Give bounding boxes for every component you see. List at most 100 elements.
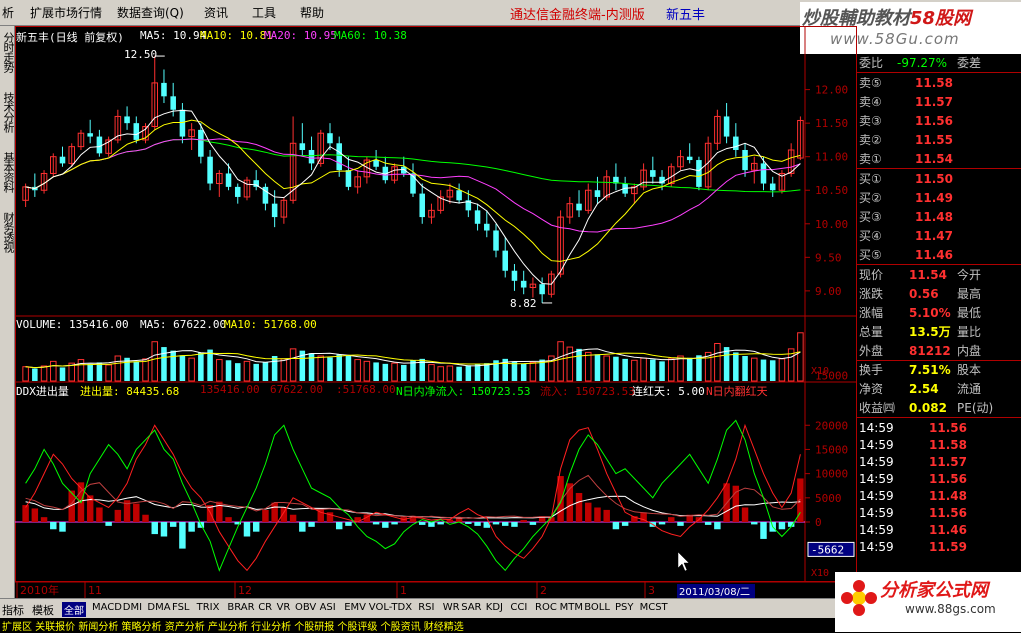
ddx-bar — [751, 522, 758, 525]
indicator-tab-wr[interactable]: WR — [443, 602, 460, 613]
indicator-tab-macd[interactable]: MACD — [92, 602, 122, 613]
volume-bar — [603, 355, 610, 382]
indicator-tab-obv[interactable]: OBV — [295, 602, 316, 613]
volume-bar — [529, 361, 537, 382]
menu-item-tools[interactable]: 工具 — [252, 4, 276, 21]
indicator-tab-psy[interactable]: PSY — [615, 602, 634, 613]
buy-price: 11.50 — [915, 172, 953, 186]
price-tick-label: 12.00 — [815, 84, 848, 97]
chart-axes — [15, 26, 857, 598]
indicator-tab-mcst[interactable]: MCST — [640, 602, 668, 613]
volume-bar — [327, 357, 333, 381]
indicator-tab-全部[interactable]: 全部 — [62, 602, 86, 617]
price-tick-label: 10.50 — [815, 184, 848, 197]
candle-body — [419, 193, 425, 218]
volume-ma5: MA5: 67622.00 — [140, 318, 227, 331]
weibi-value: -97.27% — [897, 56, 948, 70]
indicator-tab-dmi[interactable]: DMI — [123, 602, 142, 613]
menu-item-extended-market[interactable]: 扩展市场行情 — [30, 4, 102, 21]
sell-price: 11.58 — [915, 76, 953, 90]
volume-bar — [50, 360, 57, 382]
volume-bar — [363, 360, 371, 382]
tab-financials[interactable]: 财务透视 — [1, 212, 15, 252]
volume-bar — [253, 363, 259, 381]
candle-body — [760, 163, 767, 184]
indicator-tab-rsi[interactable]: RSI — [418, 602, 434, 613]
quote-label-2: 股本 — [957, 363, 982, 377]
indicator-tab-sar[interactable]: SAR — [461, 602, 481, 613]
menu-item-analysis[interactable]: 析 — [2, 4, 14, 21]
candle-body — [170, 96, 176, 110]
quote-value: 7.51% — [909, 363, 951, 377]
price-tick-label: 10.00 — [815, 218, 848, 231]
indicator-tab-vr[interactable]: VR — [277, 602, 291, 613]
main-stock-title: 新五丰(日线 前复权) — [16, 31, 124, 44]
volume-bar — [714, 343, 721, 382]
menu-item-news[interactable]: 资讯 — [204, 4, 228, 21]
volume-bar — [161, 347, 167, 381]
indicator-tab-emv[interactable]: EMV — [344, 602, 366, 613]
indicator-tab-asi[interactable]: ASI — [320, 602, 336, 613]
quote-label-2: PE(动) — [957, 401, 994, 415]
ma10-value: MA10: 10.81 — [200, 29, 273, 42]
indicator-tab-mtm[interactable]: MTM — [560, 602, 583, 613]
mouse-pointer-icon — [677, 551, 690, 572]
ddx-net-inflow: N日内净流入: 150723.53 — [396, 385, 531, 398]
volume-bar — [170, 350, 176, 381]
indicator-tab-roc[interactable]: ROC — [535, 602, 557, 613]
volume-bar — [32, 368, 38, 381]
volume-bar — [751, 357, 758, 382]
quote-row: 涨幅 5.10% 最低 — [857, 304, 1021, 323]
ddx-bar — [575, 492, 583, 522]
quote-label-2: 今开 — [957, 268, 982, 282]
ddx-bar — [271, 502, 278, 522]
quote-value: 81212 — [909, 344, 951, 358]
sell-row: 卖④ 11.57 — [857, 93, 1021, 112]
ddx-bar — [760, 522, 767, 539]
quote-label: 外盘 — [859, 344, 884, 358]
volume-bar — [667, 358, 675, 382]
date-cursor-label: 2011/03/08/二 — [679, 587, 750, 598]
menu-item-help[interactable]: 帮助 — [300, 4, 324, 21]
ddx-bar — [418, 522, 426, 525]
volume-bar — [576, 348, 582, 381]
indicator-tab-cr[interactable]: CR — [258, 602, 272, 613]
indicator-tab-指标[interactable]: 指标 — [2, 602, 24, 618]
indicator-tab-fsl[interactable]: FSL — [172, 602, 190, 613]
price-tick-label: 11.50 — [815, 117, 848, 130]
sell-price: 11.57 — [915, 95, 953, 109]
volume-bar — [373, 362, 379, 381]
banner-url: www.88gs.com — [905, 602, 996, 616]
tab-technical[interactable]: 技术分析 — [1, 92, 15, 132]
volume-bar — [650, 359, 656, 381]
ddx-bar — [511, 522, 518, 527]
quote-label: 净资 — [859, 382, 884, 396]
ddx-bar — [520, 520, 527, 522]
candle-body — [733, 136, 739, 150]
indicator-tab-kdj[interactable]: KDJ — [486, 602, 503, 613]
quote-label: 涨幅 — [859, 306, 884, 320]
ddx-unit-label: X10 — [811, 568, 829, 579]
indicator-tab-brar[interactable]: BRAR — [227, 602, 254, 613]
ddx-bar — [585, 502, 592, 522]
menu-item-data-query[interactable]: 数据查询(Q) — [117, 4, 184, 21]
tab-fundamentals[interactable]: 基本资料 — [1, 152, 15, 192]
quote-value: 13.5万 — [909, 325, 951, 339]
quote-label-2: 量比 — [957, 325, 982, 339]
ddx-bar — [31, 508, 39, 522]
indicator-tab-cci[interactable]: CCI — [510, 602, 527, 613]
sell-level-label: 卖② — [859, 133, 882, 147]
volume-bar — [659, 361, 665, 381]
buy-row: 买③ 11.48 — [857, 208, 1021, 227]
ddx-tick-label: 10000 — [815, 468, 848, 481]
indicator-tab-dma[interactable]: DMA — [147, 602, 170, 613]
volume-bar — [87, 363, 93, 381]
indicator-tab-boll[interactable]: BOLL — [584, 602, 610, 613]
quote-row: 换手 7.51% 股本 — [857, 361, 1021, 380]
sell-row: 卖① 11.54 — [857, 150, 1021, 169]
stock-chart[interactable]: 12.0011.5011.0010.5010.009.509.0015000X1… — [15, 26, 857, 598]
tab-intraday[interactable]: 分时走势 — [1, 32, 15, 72]
indicator-tab-trix[interactable]: TRIX — [197, 602, 220, 613]
indicator-tab-vol-tdx[interactable]: VOL-TDX — [369, 602, 412, 613]
indicator-tab-模板[interactable]: 模板 — [32, 602, 54, 618]
